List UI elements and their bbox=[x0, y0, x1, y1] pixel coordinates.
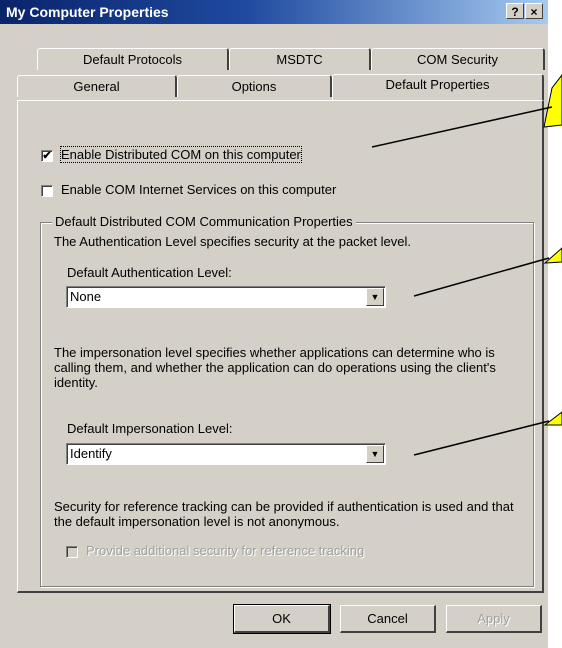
chevron-down-icon[interactable]: ▼ bbox=[366, 445, 384, 463]
close-button[interactable]: × bbox=[525, 3, 543, 19]
properties-dialog: My Computer Properties ? × Default Proto… bbox=[0, 0, 562, 648]
cancel-button[interactable]: Cancel bbox=[340, 605, 436, 633]
auth-level-value: None bbox=[70, 289, 102, 304]
impersonation-description: The impersonation level specifies whethe… bbox=[54, 345, 496, 390]
enable-dcom-checkbox[interactable]: ✔ bbox=[41, 150, 53, 162]
tab-default-properties[interactable]: Default Properties bbox=[332, 74, 544, 100]
impersonation-level-value: Identify bbox=[70, 446, 112, 461]
tab-default-protocols[interactable]: Default Protocols bbox=[37, 48, 229, 70]
title-bar[interactable]: My Computer Properties ? × bbox=[0, 0, 548, 24]
tab-options[interactable]: Options bbox=[177, 75, 332, 97]
enable-dcom-label[interactable]: Enable Distributed COM on this computer bbox=[60, 146, 302, 163]
auth-level-select[interactable]: None ▼ bbox=[66, 286, 386, 308]
help-button[interactable]: ? bbox=[506, 3, 524, 19]
chevron-down-icon[interactable]: ▼ bbox=[366, 288, 384, 306]
tab-msdtc[interactable]: MSDTC bbox=[229, 48, 371, 70]
ok-button[interactable]: OK bbox=[233, 604, 331, 634]
impersonation-level-label: Default Impersonation Level: bbox=[67, 421, 233, 436]
enable-cis-label[interactable]: Enable COM Internet Services on this com… bbox=[61, 182, 336, 197]
group-title: Default Distributed COM Communication Pr… bbox=[52, 214, 356, 229]
apply-button[interactable]: Apply bbox=[446, 605, 542, 633]
reference-tracking-checkbox[interactable] bbox=[66, 546, 78, 558]
auth-description: The Authentication Level specifies secur… bbox=[54, 234, 411, 249]
reference-tracking-label[interactable]: Provide additional security for referenc… bbox=[86, 543, 364, 558]
tab-com-security[interactable]: COM Security bbox=[371, 48, 545, 70]
enable-cis-checkbox[interactable] bbox=[41, 185, 53, 197]
reference-tracking-description: Security for reference tracking can be p… bbox=[54, 499, 514, 529]
window-title: My Computer Properties bbox=[6, 4, 169, 20]
tab-general[interactable]: General bbox=[17, 75, 177, 97]
auth-level-label: Default Authentication Level: bbox=[67, 265, 232, 280]
impersonation-level-select[interactable]: Identify ▼ bbox=[66, 443, 386, 465]
checkmark-icon: ✔ bbox=[42, 150, 52, 162]
